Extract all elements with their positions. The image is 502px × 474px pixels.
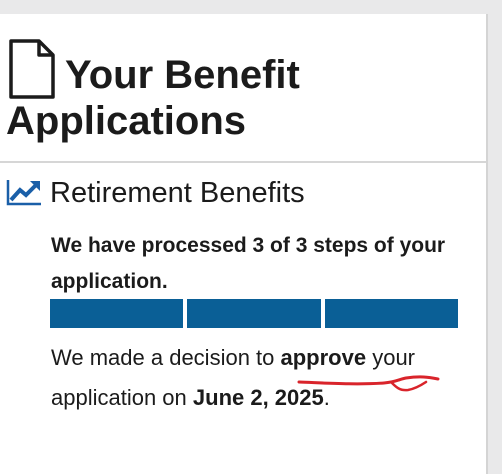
progress-step-3 <box>324 299 458 328</box>
step-progress-bar <box>50 299 458 328</box>
decision-word: approve <box>280 345 367 370</box>
title-line-2: Applications <box>6 99 247 143</box>
progress-step-1 <box>50 299 184 328</box>
card-header: Your Benefit Applications <box>0 14 486 163</box>
trending-up-icon <box>6 180 41 206</box>
handwritten-underline-annotation <box>297 375 440 392</box>
title-line-1: Your Benefit <box>65 53 300 97</box>
steps-status-text: We have processed 3 of 3 steps of your a… <box>51 234 446 293</box>
benefit-name: Retirement Benefits <box>50 177 305 209</box>
decision-prefix: We made a decision to <box>51 345 281 370</box>
page-title: Your Benefit Applications <box>6 52 476 144</box>
progress-step-2 <box>187 299 321 328</box>
